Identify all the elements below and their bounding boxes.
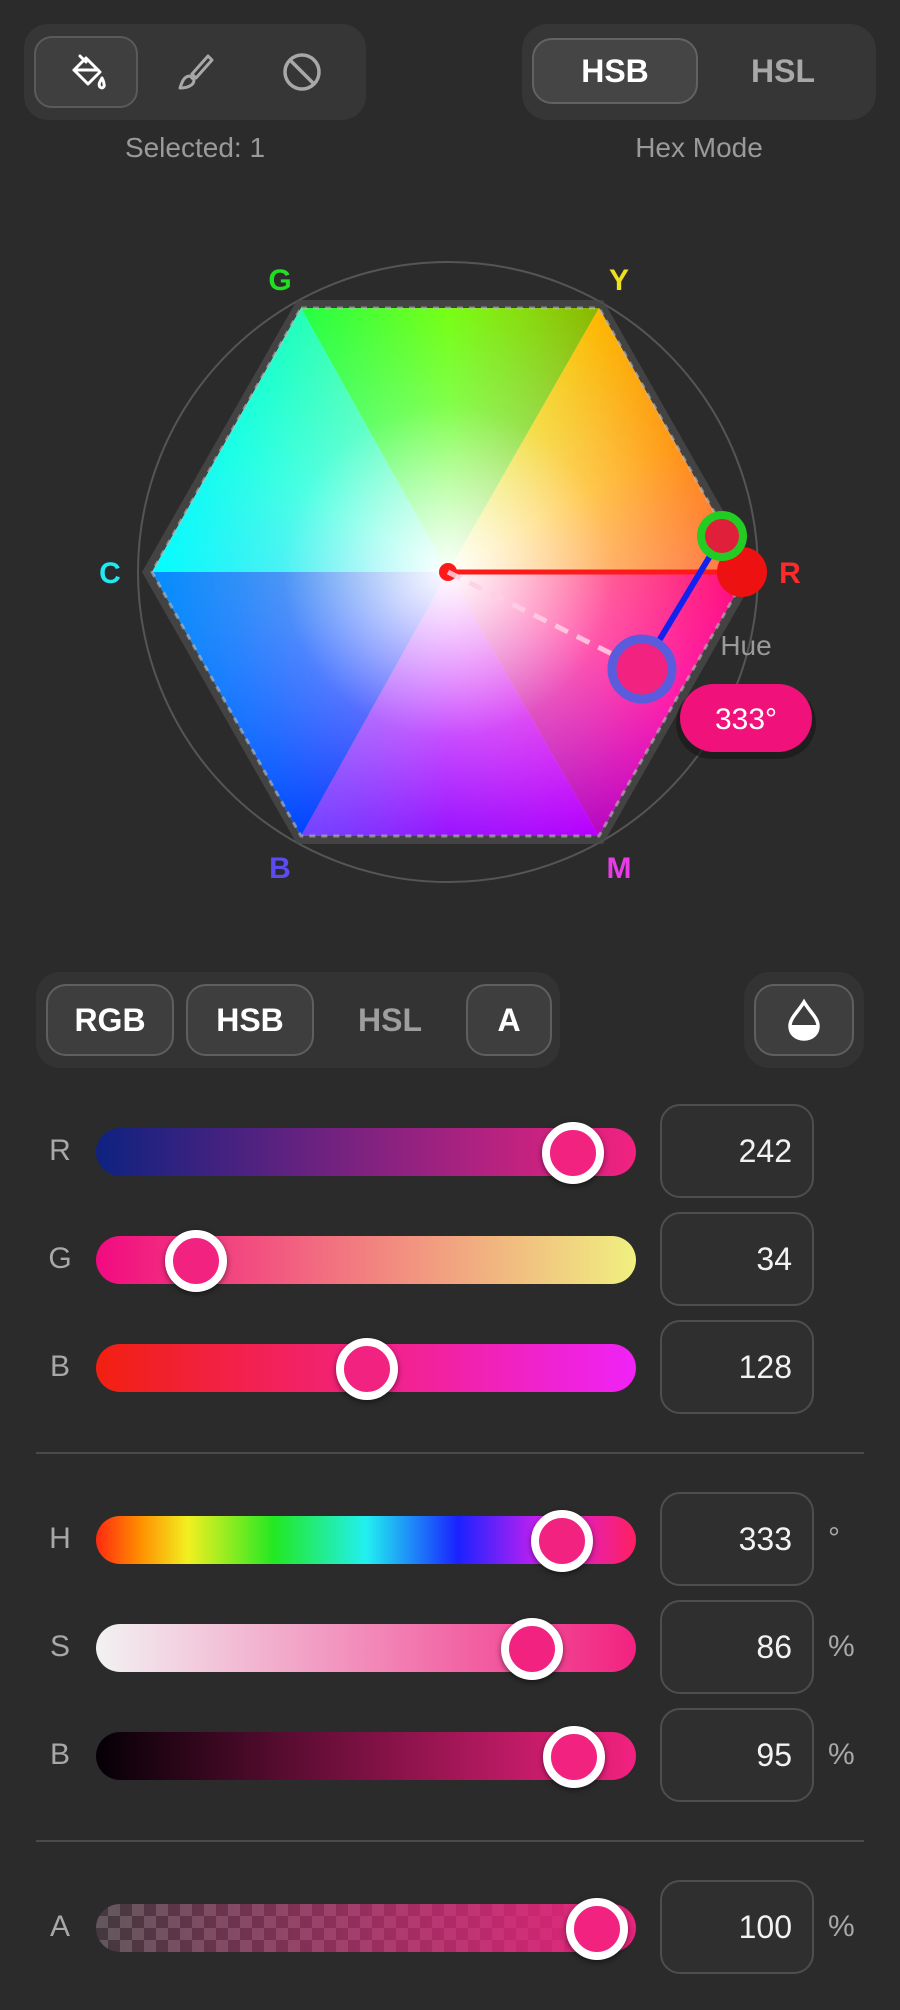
- section-divider: [36, 1452, 864, 1454]
- mode-hsb-button[interactable]: HSB: [532, 38, 698, 104]
- no-fill-button[interactable]: [250, 36, 354, 108]
- tab-alpha[interactable]: A: [466, 984, 552, 1056]
- vertex-label-m: M: [607, 852, 632, 885]
- hue-label: Hue: [720, 630, 771, 661]
- color-hexagon-picker[interactable]: G Y C R B M Hue 333°: [0, 200, 900, 920]
- h-slider-thumb[interactable]: [531, 1510, 594, 1572]
- vertex-label-c: C: [99, 557, 121, 590]
- h-label: H: [49, 1522, 71, 1555]
- hue-handle[interactable]: [697, 511, 747, 561]
- alpha-slider-thumb[interactable]: [566, 1898, 628, 1960]
- brightness-slider-thumb[interactable]: [542, 1726, 605, 1788]
- brush-button[interactable]: [142, 36, 246, 108]
- s-label: S: [49, 1630, 70, 1663]
- alpha-unit: %: [828, 1910, 855, 1943]
- r-label: R: [49, 1134, 71, 1167]
- s-value-field[interactable]: 86: [660, 1600, 814, 1694]
- vertex-label-y: Y: [609, 264, 629, 297]
- g-value-field[interactable]: 34: [660, 1212, 814, 1306]
- s-unit: %: [828, 1630, 855, 1663]
- no-fill-icon: [283, 53, 321, 91]
- r-value-field[interactable]: 242: [660, 1104, 814, 1198]
- alpha-value-field[interactable]: 100: [660, 1880, 814, 1974]
- tab-hsl[interactable]: HSL: [326, 984, 454, 1056]
- section-divider-2: [36, 1840, 864, 1842]
- eyedropper-group: [744, 972, 864, 1068]
- selected-count: Selected: 1: [124, 132, 266, 163]
- alpha-slider-track[interactable]: [96, 1904, 636, 1952]
- brush-icon: [178, 54, 214, 90]
- b-slider-thumb[interactable]: [335, 1338, 398, 1400]
- s-slider-thumb[interactable]: [501, 1618, 564, 1680]
- tab-rgb[interactable]: RGB: [46, 984, 174, 1056]
- g-slider-thumb[interactable]: [165, 1230, 228, 1292]
- vertex-label-g: G: [268, 264, 291, 297]
- brightness-label: B: [49, 1738, 70, 1771]
- brightness-value-field[interactable]: 95: [660, 1708, 814, 1802]
- hue-value-text: 333°: [715, 703, 777, 736]
- tab-hsb[interactable]: HSB: [186, 984, 314, 1056]
- color-mode-group: HSB HSL: [522, 24, 876, 120]
- tool-group: [24, 24, 366, 120]
- b-label: B: [49, 1350, 70, 1383]
- drop-icon: [788, 998, 820, 1041]
- vertex-label-b: B: [269, 852, 291, 885]
- h-value-field[interactable]: 333: [660, 1492, 814, 1586]
- brightness-unit: %: [828, 1738, 855, 1771]
- paint-bucket-icon: [72, 54, 106, 90]
- paint-bucket-button[interactable]: [34, 36, 138, 108]
- channel-tabs: RGB HSB HSL A: [36, 972, 560, 1068]
- r-slider-thumb[interactable]: [542, 1122, 605, 1184]
- b-value-field[interactable]: 128: [660, 1320, 814, 1414]
- g-label: G: [48, 1242, 72, 1275]
- eyedropper-button[interactable]: [754, 984, 854, 1056]
- color-handle[interactable]: [607, 634, 677, 704]
- vertex-label-r: R: [779, 557, 801, 590]
- h-unit: °: [828, 1522, 840, 1555]
- alpha-label: A: [49, 1910, 70, 1943]
- hex-mode-label[interactable]: Hex Mode: [522, 132, 876, 164]
- mode-hsl-button[interactable]: HSL: [700, 38, 866, 104]
